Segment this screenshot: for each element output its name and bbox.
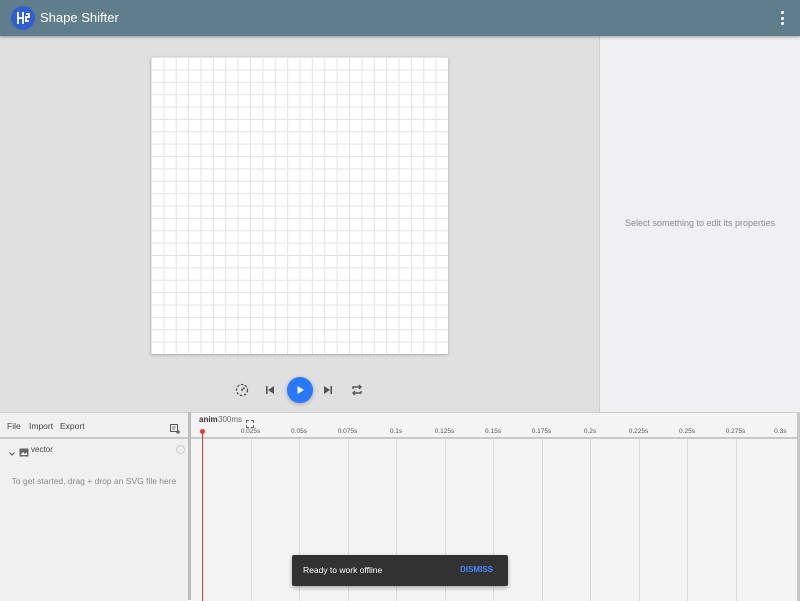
playhead-line[interactable] xyxy=(202,431,203,601)
file-menu-button[interactable]: File xyxy=(7,421,21,431)
layers-toolbar: File Import Export xyxy=(0,413,188,439)
dismiss-button[interactable]: DISMISS xyxy=(460,565,493,574)
timeline-tick-label: 0.25s xyxy=(679,428,695,435)
animation-name[interactable]: anim xyxy=(199,415,218,424)
timeline-tick-label: 0.075s xyxy=(337,428,358,435)
timeline-grid-line xyxy=(250,439,252,601)
export-menu-button[interactable]: Export xyxy=(60,421,85,431)
timeline-tick-label: 0.175s xyxy=(531,428,552,435)
app-bar: Shape Shifter xyxy=(0,0,800,36)
playback-controls xyxy=(0,377,599,403)
animation-duration[interactable]: 300ms xyxy=(218,415,242,424)
timeline-tick-label: 0.275s xyxy=(725,428,746,435)
empty-layers-hint: To get started, drag + drop an SVG file … xyxy=(11,476,177,486)
layer-visibility-toggle[interactable] xyxy=(176,445,185,454)
layers-panel: File Import Export vector To get started… xyxy=(0,412,188,601)
layer-name: vector xyxy=(31,445,53,454)
properties-panel: Select something to edit its properties xyxy=(599,36,800,412)
play-icon xyxy=(297,386,304,394)
timeline-grid-line xyxy=(735,439,737,601)
layer-row-vector[interactable]: vector xyxy=(0,441,188,457)
playback-speed-icon[interactable] xyxy=(229,377,255,403)
timeline-tick-label: 0.3s xyxy=(774,428,787,435)
timeline-grid-line xyxy=(687,439,688,601)
more-vert-icon[interactable] xyxy=(778,11,786,25)
image-icon xyxy=(19,444,29,457)
timeline-grid-line xyxy=(590,439,591,601)
timeline-grid-line xyxy=(638,439,640,601)
shape-shifter-logo-icon[interactable] xyxy=(11,6,35,30)
timeline-tick-label: 0.225s xyxy=(628,428,649,435)
play-button[interactable] xyxy=(287,377,313,403)
fullscreen-icon[interactable] xyxy=(246,415,254,428)
timeline-tick-label: 0.15s xyxy=(485,428,501,435)
timeline-tick-label: 0.05s xyxy=(291,428,307,435)
skip-previous-icon[interactable] xyxy=(257,377,283,403)
timeline-tick-label: 0.025s xyxy=(240,428,261,435)
canvas[interactable] xyxy=(151,57,448,354)
app-title: Shape Shifter xyxy=(40,10,119,25)
snackbar: Ready to work offline DISMISS xyxy=(292,555,508,586)
snackbar-message: Ready to work offline xyxy=(303,565,383,575)
chevron-down-icon[interactable] xyxy=(8,445,16,456)
timeline-grid-line xyxy=(541,439,543,601)
repeat-icon[interactable] xyxy=(344,377,370,403)
canvas-area xyxy=(0,36,599,412)
timeline-header: anim 300ms 0.025s 0.05s 0.075s 0.1s 0.125s 0.… xyxy=(191,413,797,439)
timeline-tick-label: 0.2s xyxy=(583,428,597,435)
timeline-tick-label: 0.125s xyxy=(434,428,455,435)
skip-next-icon[interactable] xyxy=(315,377,341,403)
add-layer-icon[interactable] xyxy=(170,421,180,434)
import-menu-button[interactable]: Import xyxy=(29,421,53,431)
playhead-knob[interactable] xyxy=(200,429,205,434)
timeline-tick-label: 0.1s xyxy=(389,428,403,435)
properties-hint: Select something to edit its properties xyxy=(624,218,776,228)
